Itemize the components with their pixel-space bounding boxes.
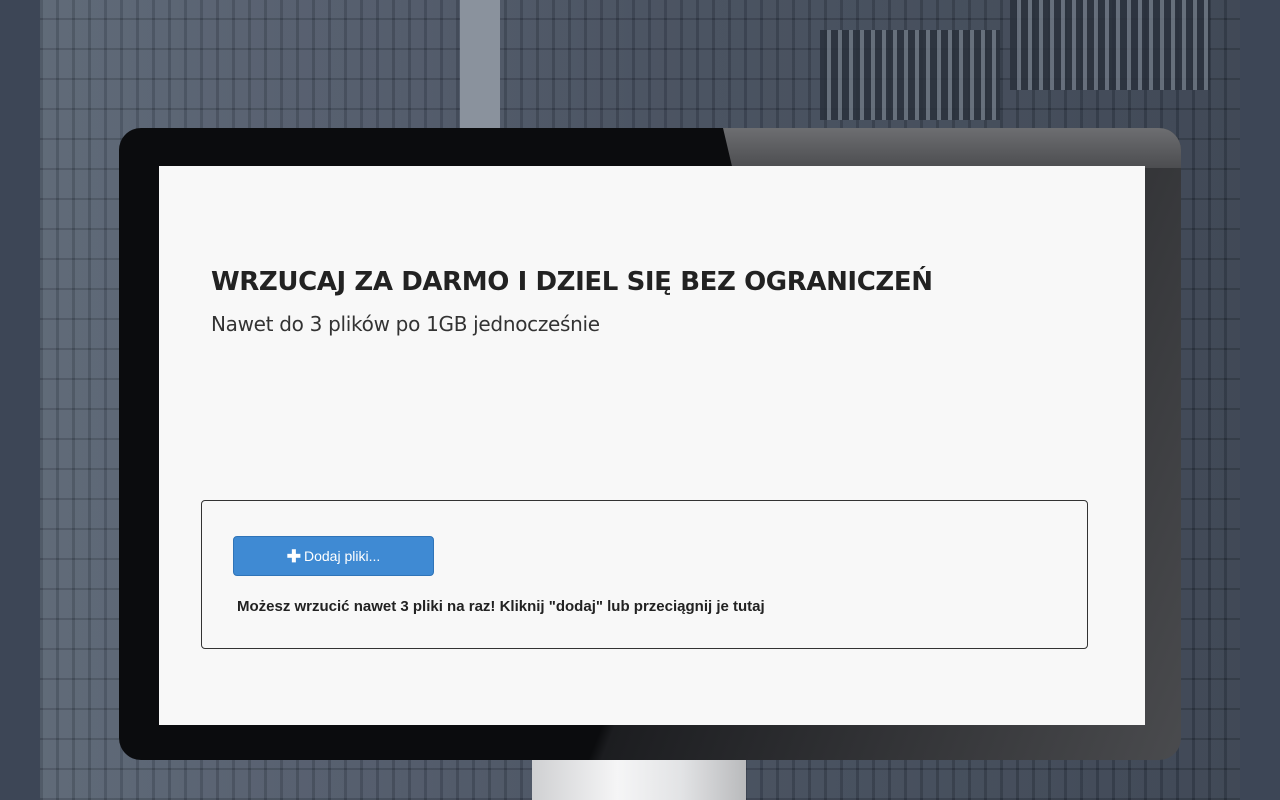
left-margin (0, 0, 40, 800)
upload-drop-zone[interactable]: ✚ Dodaj pliki... Możesz wrzucić nawet 3 … (201, 500, 1088, 649)
monitor-stand (532, 760, 746, 800)
plus-icon: ✚ (286, 546, 301, 566)
monitor-screen: WRZUCAJ ZA DARMO I DZIEL SIĘ BEZ OGRANIC… (159, 166, 1145, 725)
upload-hint: Możesz wrzucić nawet 3 pliki na raz! Kli… (237, 598, 765, 615)
page: WRZUCAJ ZA DARMO I DZIEL SIĘ BEZ OGRANIC… (0, 0, 1280, 800)
background-pillar (460, 0, 500, 128)
page-title: WRZUCAJ ZA DARMO I DZIEL SIĘ BEZ OGRANIC… (211, 267, 933, 297)
right-margin (1240, 0, 1280, 800)
background-server-rack (820, 30, 1000, 120)
add-files-button[interactable]: ✚ Dodaj pliki... (233, 536, 434, 576)
background-server-rack (1010, 0, 1210, 90)
add-files-button-label: Dodaj pliki... (303, 548, 381, 564)
page-subtitle: Nawet do 3 plików po 1GB jednocześnie (211, 312, 600, 336)
